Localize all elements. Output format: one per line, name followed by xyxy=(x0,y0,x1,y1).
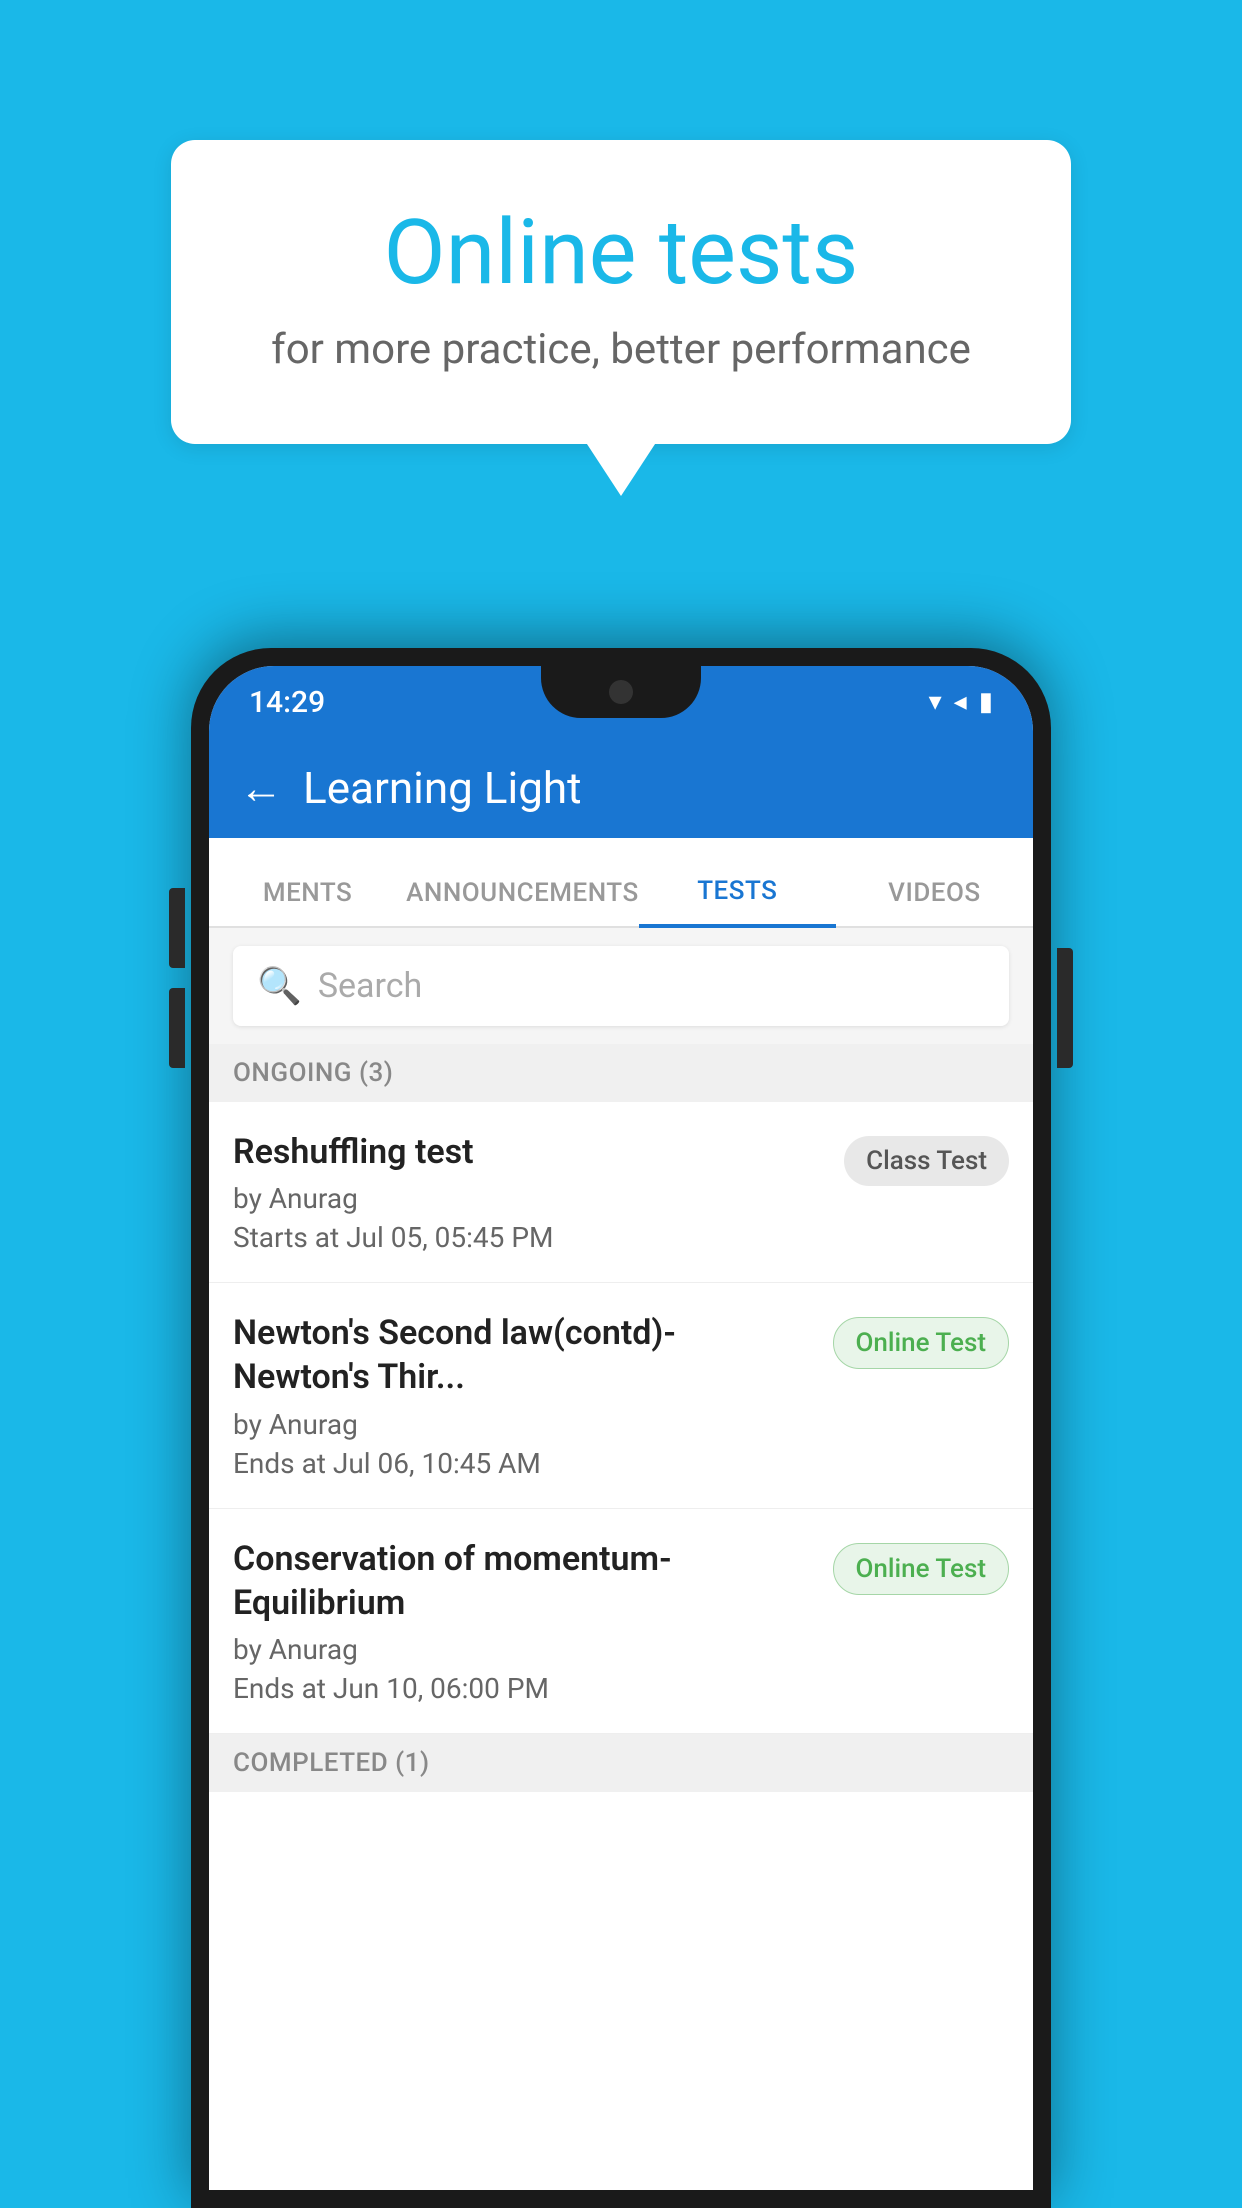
tab-bar: MENTS ANNOUNCEMENTS TESTS VIDEOS xyxy=(209,838,1033,928)
test-name: Reshuffling test xyxy=(233,1130,824,1174)
test-item[interactable]: Reshuffling test by Anurag Starts at Jul… xyxy=(209,1102,1033,1283)
tab-videos[interactable]: VIDEOS xyxy=(836,838,1033,926)
ongoing-section-header: ONGOING (3) xyxy=(209,1044,1033,1102)
bubble-title: Online tests xyxy=(251,200,991,305)
promo-banner: Online tests for more practice, better p… xyxy=(171,140,1071,444)
test-author: by Anurag xyxy=(233,1408,813,1441)
search-bar[interactable]: 🔍 Search xyxy=(233,946,1009,1026)
phone-notch xyxy=(541,666,701,718)
search-container: 🔍 Search xyxy=(209,928,1033,1044)
battery-icon: ▮ xyxy=(979,687,993,717)
app-bar: ← Learning Light xyxy=(209,738,1033,838)
test-list: Reshuffling test by Anurag Starts at Jul… xyxy=(209,1102,1033,1734)
front-camera xyxy=(609,680,633,704)
test-time: Ends at Jun 10, 06:00 PM xyxy=(233,1672,813,1705)
app-bar-title: Learning Light xyxy=(303,762,582,814)
volume-up-button xyxy=(169,888,185,968)
wifi-icon: ▾ xyxy=(929,687,942,717)
ongoing-label: ONGOING (3) xyxy=(233,1058,393,1088)
tab-announcements[interactable]: ANNOUNCEMENTS xyxy=(406,838,639,926)
bubble-subtitle: for more practice, better performance xyxy=(251,325,991,374)
test-author: by Anurag xyxy=(233,1633,813,1666)
test-badge: Online Test xyxy=(833,1317,1010,1369)
back-button[interactable]: ← xyxy=(239,762,283,814)
speech-bubble: Online tests for more practice, better p… xyxy=(171,140,1071,444)
tab-assignments[interactable]: MENTS xyxy=(209,838,406,926)
test-item[interactable]: Newton's Second law(contd)-Newton's Thir… xyxy=(209,1283,1033,1508)
test-info: Conservation of momentum-Equilibrium by … xyxy=(233,1537,833,1705)
test-info: Newton's Second law(contd)-Newton's Thir… xyxy=(233,1311,833,1479)
completed-label: COMPLETED (1) xyxy=(233,1748,430,1778)
search-input[interactable]: Search xyxy=(318,966,422,1006)
status-time: 14:29 xyxy=(249,685,325,720)
phone-screen: 14:29 ▾ ◂ ▮ ← Learning Light MENTS ANNOU… xyxy=(209,666,1033,2190)
test-badge: Class Test xyxy=(844,1136,1009,1186)
test-time: Ends at Jul 06, 10:45 AM xyxy=(233,1447,813,1480)
volume-down-button xyxy=(169,988,185,1068)
search-icon: 🔍 xyxy=(257,965,302,1007)
test-author: by Anurag xyxy=(233,1182,824,1215)
test-badge: Online Test xyxy=(833,1543,1010,1595)
test-info: Reshuffling test by Anurag Starts at Jul… xyxy=(233,1130,844,1254)
completed-section-header: COMPLETED (1) xyxy=(209,1734,1033,1792)
phone-frame: 14:29 ▾ ◂ ▮ ← Learning Light MENTS ANNOU… xyxy=(191,648,1051,2208)
test-name: Conservation of momentum-Equilibrium xyxy=(233,1537,813,1625)
tab-tests[interactable]: TESTS xyxy=(639,840,836,928)
test-time: Starts at Jul 05, 05:45 PM xyxy=(233,1221,824,1254)
signal-icon: ◂ xyxy=(954,687,967,717)
test-item[interactable]: Conservation of momentum-Equilibrium by … xyxy=(209,1509,1033,1734)
power-button xyxy=(1057,948,1073,1068)
test-name: Newton's Second law(contd)-Newton's Thir… xyxy=(233,1311,813,1399)
status-icons: ▾ ◂ ▮ xyxy=(929,687,993,717)
